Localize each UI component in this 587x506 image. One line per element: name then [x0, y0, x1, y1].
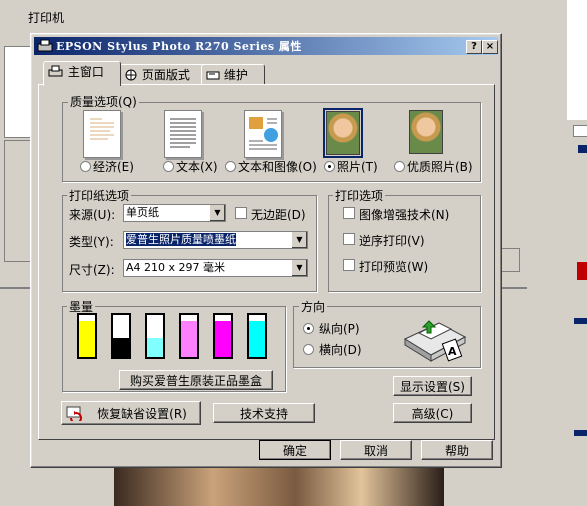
quality-text-image-label[interactable]: 文本和图像(O) [238, 158, 317, 175]
portrait-radio[interactable] [303, 323, 314, 334]
reverse-order-label[interactable]: 逆序打印(V) [359, 232, 425, 249]
tab-main[interactable]: 主窗口 [43, 61, 121, 86]
layout-icon [125, 69, 137, 81]
advanced-button[interactable]: 高级(C) [393, 403, 472, 423]
ink-cartridge [77, 313, 97, 359]
background-right-canvas [567, 0, 587, 120]
close-title-button[interactable]: × [482, 40, 498, 54]
svg-text:A: A [448, 345, 457, 358]
dialog-titlebar[interactable]: EPSON Stylus Photo R270 Series 属性 ? × [34, 37, 498, 55]
restore-icon [66, 406, 82, 421]
source-value: 单页纸 [126, 206, 159, 219]
background-blue-bar [574, 318, 587, 324]
source-label: 来源(U): [69, 208, 116, 222]
ink-level-fill [79, 321, 95, 357]
size-value: A4 210 x 297 毫米 [126, 261, 226, 274]
chevron-down-icon[interactable]: ▼ [291, 232, 307, 248]
type-label: 类型(Y): [69, 235, 114, 249]
photo-option-frame[interactable] [323, 108, 363, 158]
text-icon[interactable] [164, 110, 202, 158]
image-enhance-checkbox[interactable] [343, 207, 355, 219]
borderless-checkbox[interactable] [235, 207, 247, 219]
ink-level-fill [249, 321, 265, 357]
quality-economy-label[interactable]: 经济(E) [93, 158, 134, 175]
print-preview-label[interactable]: 打印预览(W) [359, 258, 428, 275]
photo-icon [326, 111, 360, 155]
buy-ink-button[interactable]: 购买爱普生原装正品墨盒 [119, 370, 273, 390]
tab-maintenance[interactable]: 维护 [201, 64, 265, 85]
photo-icon [409, 110, 443, 154]
borderless-label[interactable]: 无边距(D) [251, 206, 306, 223]
ink-cartridge [145, 313, 165, 359]
document-image-icon [249, 117, 278, 150]
background-field [4, 46, 32, 138]
ink-cartridges [77, 313, 277, 361]
background-field [573, 125, 587, 137]
tab-page-layout[interactable]: 页面版式 [119, 64, 209, 85]
document-lines-icon [90, 118, 114, 140]
ink-cartridge [111, 313, 131, 359]
quality-best-photo-radio[interactable] [394, 161, 405, 172]
print-preview-checkbox[interactable] [343, 259, 355, 271]
source-select[interactable]: 单页纸 ▼ [123, 204, 226, 222]
ink-level-fill [181, 321, 197, 357]
ink-level-fill [147, 338, 163, 357]
tech-support-button[interactable]: 技术支持 [213, 403, 315, 423]
help-button[interactable]: 帮助 [421, 440, 493, 460]
size-label: 尺寸(Z): [69, 263, 115, 277]
type-value: 爱普生照片质量喷墨纸 [126, 233, 236, 246]
quality-group-title: 质量选项(Q) [68, 93, 139, 110]
ink-cartridge [179, 313, 199, 359]
quality-text-radio[interactable] [163, 161, 174, 172]
ink-cartridge [247, 313, 267, 359]
type-select[interactable]: 爱普生照片质量喷墨纸 ▼ [123, 231, 308, 249]
tab-label: 主窗口 [67, 65, 104, 79]
document-text-icon [170, 118, 196, 148]
image-enhance-label[interactable]: 图像增强技术(N) [359, 206, 449, 223]
display-settings-button[interactable]: 显示设置(S) [393, 376, 472, 396]
background-blue-bar [574, 430, 587, 436]
help-title-button[interactable]: ? [466, 40, 482, 54]
orientation-title: 方向 [299, 298, 328, 315]
best-photo-icon[interactable] [409, 110, 443, 154]
quality-photo-label[interactable]: 照片(T) [337, 158, 378, 175]
paper-options-title: 打印纸选项 [67, 187, 132, 204]
text-image-icon[interactable] [244, 110, 282, 158]
dialog-title: EPSON Stylus Photo R270 Series 属性 [56, 40, 302, 53]
size-select[interactable]: A4 210 x 297 毫米 ▼ [123, 259, 308, 277]
printer-orientation-icon: A [403, 320, 467, 362]
landscape-label[interactable]: 横向(D) [319, 341, 362, 358]
print-options-title: 打印选项 [333, 187, 386, 204]
quality-text-label[interactable]: 文本(X) [176, 158, 218, 175]
economy-icon[interactable] [83, 110, 121, 158]
printer-icon [48, 65, 63, 77]
restore-defaults-button[interactable]: 恢复缺省设置(R) [61, 401, 201, 425]
tab-label: 页面版式 [141, 68, 190, 82]
background-button [500, 248, 520, 272]
printer-icon [37, 39, 53, 52]
cancel-button[interactable]: 取消 [340, 440, 412, 460]
quality-economy-radio[interactable] [80, 161, 91, 172]
ink-level-fill [215, 321, 231, 357]
reverse-order-checkbox[interactable] [343, 233, 355, 245]
quality-best-photo-label[interactable]: 优质照片(B) [407, 158, 473, 175]
quality-text-image-radio[interactable] [225, 161, 236, 172]
background-window-title: 打印机 [28, 11, 65, 25]
background-photo [114, 465, 444, 506]
chevron-down-icon[interactable]: ▼ [291, 260, 307, 276]
ink-cartridge [213, 313, 233, 359]
ink-level-fill [113, 338, 129, 357]
ok-button[interactable]: 确定 [259, 440, 331, 460]
printer-properties-dialog: EPSON Stylus Photo R270 Series 属性 ? × 主窗… [30, 33, 502, 468]
portrait-label[interactable]: 纵向(P) [319, 320, 360, 337]
quality-photo-radio[interactable] [324, 161, 335, 172]
background-red-marker [577, 262, 587, 280]
maintenance-icon [206, 71, 220, 80]
background-group [4, 140, 32, 262]
landscape-radio[interactable] [303, 344, 314, 355]
chevron-down-icon[interactable]: ▼ [209, 205, 225, 221]
restore-defaults-label: 恢复缺省设置(R) [97, 407, 187, 421]
background-blue-bar [578, 145, 587, 153]
tab-label: 维护 [223, 68, 248, 82]
